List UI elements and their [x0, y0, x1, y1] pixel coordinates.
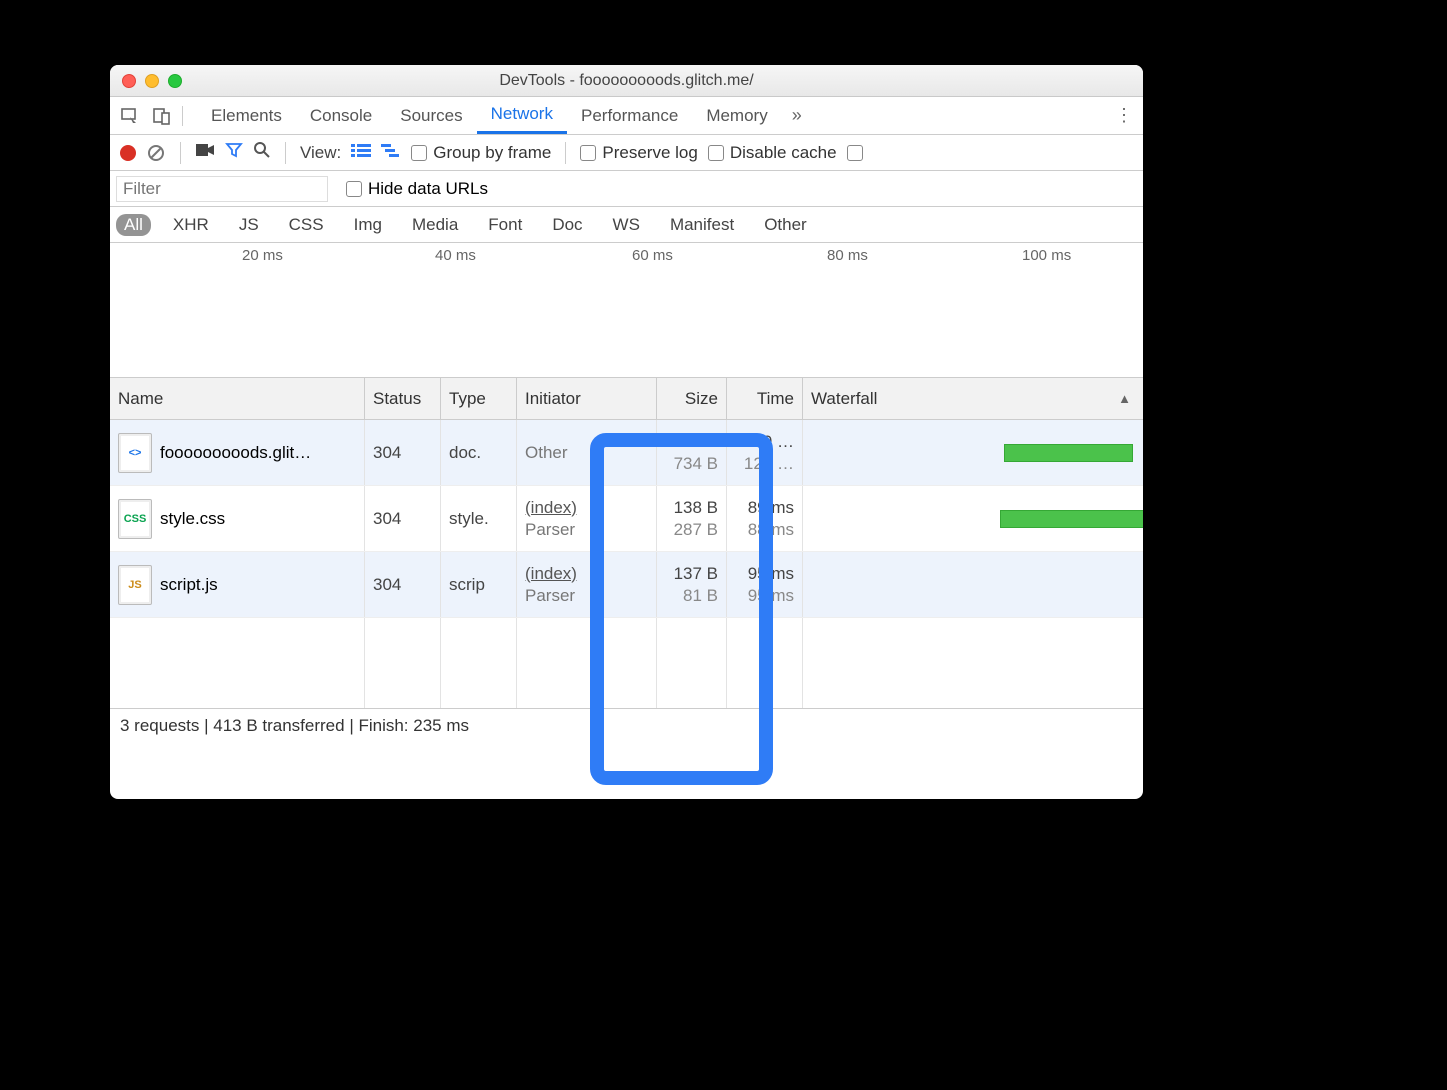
- status-cell: 304: [365, 420, 441, 485]
- size-cell: 138 B734 B: [657, 420, 727, 485]
- filter-bar: Hide data URLs: [110, 171, 1143, 207]
- initiator-link[interactable]: (index): [525, 564, 648, 584]
- type-filter-all[interactable]: All: [116, 214, 151, 236]
- column-header-initiator[interactable]: Initiator: [517, 378, 657, 419]
- column-header-waterfall[interactable]: Waterfall▲: [803, 378, 1143, 419]
- table-row[interactable]: CSS style.css 304style.(index)Parser138 B2…: [110, 486, 1143, 552]
- file-type-icon: CSS: [118, 499, 152, 539]
- preserve-log-checkbox[interactable]: Preserve log: [580, 143, 697, 163]
- timeline-tick: 100 ms: [1022, 247, 1071, 264]
- initiator-link[interactable]: (index): [525, 498, 648, 518]
- waterfall-cell: [803, 552, 1143, 617]
- filter-funnel-icon[interactable]: [225, 141, 243, 164]
- status-cell: 304: [365, 486, 441, 551]
- column-header-status[interactable]: Status: [365, 378, 441, 419]
- waterfall-bar: [1000, 510, 1143, 528]
- view-label: View:: [300, 143, 341, 163]
- offline-checkbox-truncated[interactable]: [847, 145, 867, 161]
- file-type-icon: <>: [118, 433, 152, 473]
- resource-type-filter: All XHR JS CSS Img Media Font Doc WS Manifest Othe…: [110, 207, 1143, 243]
- type-filter-media[interactable]: Media: [404, 214, 466, 236]
- waterfall-cell: [803, 486, 1143, 551]
- devtools-window: DevTools - fooooooooods.glitch.me/ Eleme…: [110, 65, 1143, 799]
- type-cell: doc.: [441, 420, 517, 485]
- tabs-overflow-button[interactable]: »: [792, 105, 802, 126]
- hide-data-urls-checkbox[interactable]: Hide data URLs: [346, 179, 488, 199]
- type-filter-manifest[interactable]: Manifest: [662, 214, 742, 236]
- column-header-type[interactable]: Type: [441, 378, 517, 419]
- waterfall-bar: [1004, 444, 1133, 462]
- network-summary-bar: 3 requests | 413 B transferred | Finish:…: [110, 708, 1143, 742]
- summary-text: 3 requests | 413 B transferred | Finish:…: [120, 716, 469, 736]
- request-name: style.css: [160, 509, 225, 529]
- empty-table-area: [110, 618, 1143, 708]
- group-by-frame-checkbox[interactable]: Group by frame: [411, 143, 551, 163]
- timeline-tick: 40 ms: [435, 247, 476, 264]
- waterfall-cell: [803, 420, 1143, 485]
- type-filter-ws[interactable]: WS: [605, 214, 648, 236]
- type-filter-img[interactable]: Img: [346, 214, 390, 236]
- tab-elements[interactable]: Elements: [197, 97, 296, 134]
- window-titlebar: DevTools - fooooooooods.glitch.me/: [110, 65, 1143, 97]
- initiator-cell: (index)Parser: [517, 486, 657, 551]
- status-cell: 304: [365, 552, 441, 617]
- time-cell: 89 ms88 ms: [727, 486, 803, 551]
- network-table-header: Name Status Type Initiator Size Time Wat…: [110, 378, 1143, 420]
- timeline-tick: 80 ms: [827, 247, 868, 264]
- clear-icon[interactable]: [146, 143, 166, 163]
- waterfall-view-icon[interactable]: [381, 142, 401, 163]
- disable-cache-checkbox[interactable]: Disable cache: [708, 143, 837, 163]
- record-button[interactable]: [120, 145, 136, 161]
- devtools-tabstrip: ElementsConsoleSourcesNetworkPerformance…: [110, 97, 1143, 135]
- file-type-icon: JS: [118, 565, 152, 605]
- filter-input[interactable]: [116, 176, 328, 202]
- inspect-element-icon[interactable]: [120, 106, 140, 126]
- column-header-name[interactable]: Name: [110, 378, 365, 419]
- type-cell: scrip: [441, 552, 517, 617]
- type-cell: style.: [441, 486, 517, 551]
- type-filter-xhr[interactable]: XHR: [165, 214, 217, 236]
- tab-performance[interactable]: Performance: [567, 97, 692, 134]
- type-filter-js[interactable]: JS: [231, 214, 267, 236]
- search-icon[interactable]: [253, 141, 271, 164]
- initiator-cell: (index)Parser: [517, 552, 657, 617]
- table-row[interactable]: <> fooooooooods.glit… 304doc.Other138 B734…: [110, 420, 1143, 486]
- size-cell: 138 B287 B: [657, 486, 727, 551]
- network-table-body: <>fooooooooods.glit…304doc.Other138 B734…: [110, 420, 1143, 618]
- tab-memory[interactable]: Memory: [692, 97, 781, 134]
- devtools-menu-button[interactable]: ⋮: [1115, 105, 1133, 126]
- request-name: script.js: [160, 575, 218, 595]
- tab-console[interactable]: Console: [296, 97, 386, 134]
- sort-ascending-icon: ▲: [1118, 391, 1131, 406]
- large-rows-icon[interactable]: [351, 142, 371, 163]
- type-filter-font[interactable]: Font: [480, 214, 530, 236]
- timeline-overview[interactable]: 20 ms 40 ms 60 ms 80 ms 100 ms: [110, 243, 1143, 378]
- timeline-tick: 20 ms: [242, 247, 283, 264]
- window-title: DevTools - fooooooooods.glitch.me/: [110, 72, 1143, 90]
- tab-sources[interactable]: Sources: [386, 97, 476, 134]
- timeline-tick: 60 ms: [632, 247, 673, 264]
- time-cell: 95 ms95 ms: [727, 552, 803, 617]
- type-filter-other[interactable]: Other: [756, 214, 815, 236]
- table-row[interactable]: JS script.js 304scrip(index)Parser137 B81 …: [110, 552, 1143, 618]
- column-header-size[interactable]: Size: [657, 378, 727, 419]
- device-toolbar-icon[interactable]: [152, 106, 172, 126]
- request-name: fooooooooods.glit…: [160, 443, 311, 463]
- type-filter-doc[interactable]: Doc: [544, 214, 590, 236]
- network-toolbar: View: Group by frame Preserve log Disabl…: [110, 135, 1143, 171]
- initiator-cell: Other: [517, 420, 657, 485]
- camera-icon[interactable]: [195, 142, 215, 163]
- type-filter-css[interactable]: CSS: [281, 214, 332, 236]
- size-cell: 137 B81 B: [657, 552, 727, 617]
- time-cell: 129 …128 …: [727, 420, 803, 485]
- tab-network[interactable]: Network: [477, 97, 567, 134]
- column-header-time[interactable]: Time: [727, 378, 803, 419]
